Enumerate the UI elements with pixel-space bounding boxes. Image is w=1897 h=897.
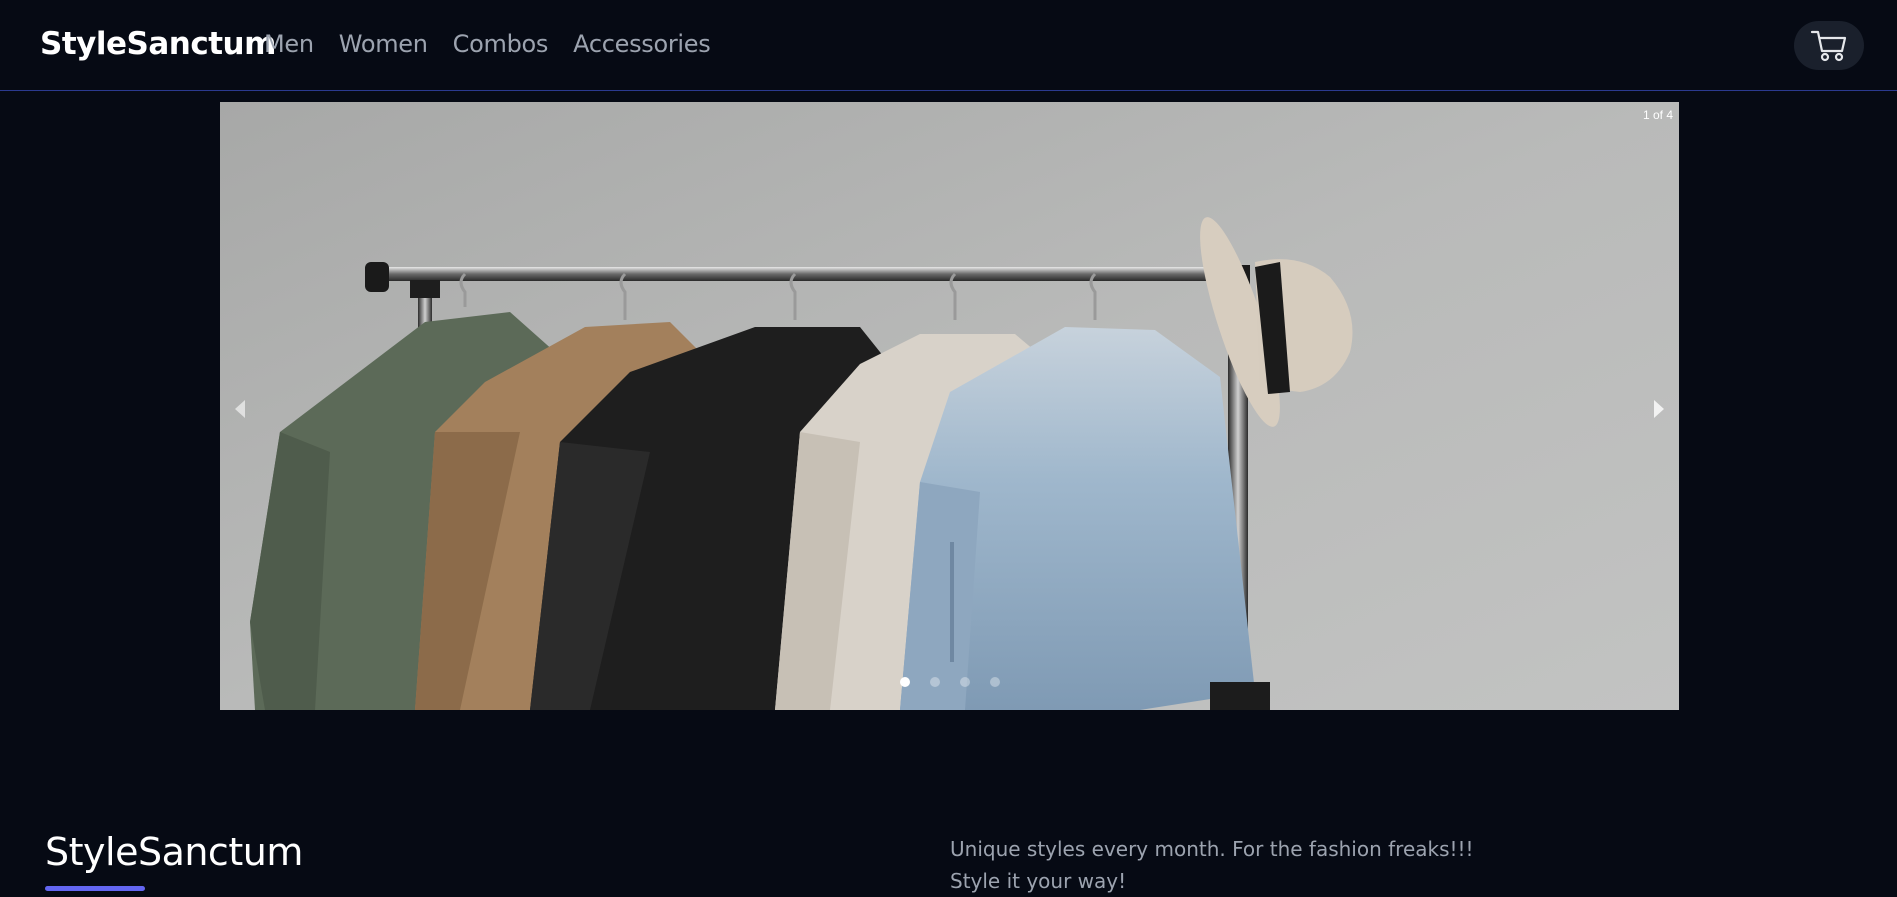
navbar: StyleSanctum Men Women Combos Accessorie… — [0, 0, 1897, 91]
chevron-right-icon — [1654, 400, 1664, 418]
carousel-dot-4[interactable] — [989, 677, 1000, 687]
carousel-next-button[interactable] — [1649, 397, 1669, 421]
carousel-dot-1[interactable] — [899, 677, 910, 687]
carousel-dot-2[interactable] — [929, 677, 940, 687]
brand-logo[interactable]: StyleSanctum — [40, 26, 276, 62]
slide-counter: 1 of 4 — [1642, 108, 1673, 122]
tagline-line-1: Unique styles every month. For the fashi… — [950, 837, 1474, 861]
nav-link-accessories[interactable]: Accessories — [573, 30, 711, 58]
tagline: Unique styles every month. For the fashi… — [950, 833, 1474, 897]
nav-links: Men Women Combos Accessories — [264, 30, 735, 58]
tagline-line-2: Style it your way! — [950, 869, 1127, 893]
cart-icon — [1810, 30, 1847, 61]
chevron-left-icon — [235, 400, 245, 418]
footer-underline — [45, 886, 145, 891]
nav-link-women[interactable]: Women — [339, 30, 428, 58]
cart-button[interactable] — [1794, 21, 1864, 70]
footer-brand: StyleSanctum — [45, 830, 303, 874]
carousel-dots — [220, 677, 1679, 687]
hero-carousel: 1 of 4 — [220, 102, 1679, 710]
nav-link-combos[interactable]: Combos — [453, 30, 549, 58]
carousel-dot-3[interactable] — [959, 677, 970, 687]
carousel-prev-button[interactable] — [230, 397, 250, 421]
nav-link-men[interactable]: Men — [264, 30, 314, 58]
clothing-rack-image — [220, 102, 1679, 710]
